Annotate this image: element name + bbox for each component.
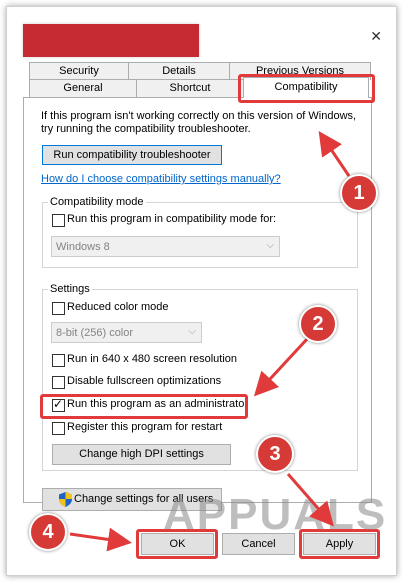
- annotation-arrows: [69, 131, 351, 552]
- step-2-badge: 2: [299, 305, 337, 343]
- step-4-badge: 4: [29, 513, 67, 551]
- step-1-badge: 1: [340, 174, 378, 212]
- step-3-badge: 3: [256, 435, 294, 473]
